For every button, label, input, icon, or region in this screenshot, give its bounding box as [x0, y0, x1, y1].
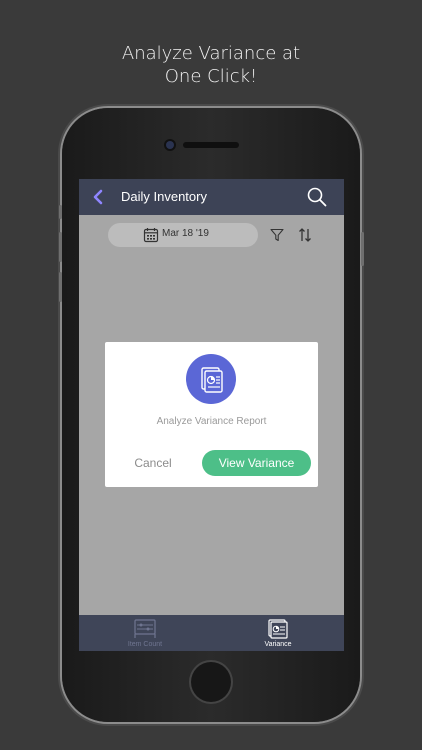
sort-icon[interactable] — [298, 227, 312, 243]
variance-icon — [268, 619, 288, 639]
calendar-icon — [143, 228, 159, 243]
date-selector[interactable]: Mar 18 '19 — [108, 223, 258, 247]
filter-icon[interactable] — [270, 228, 284, 242]
variance-report-icon — [186, 354, 236, 404]
home-button[interactable] — [191, 662, 231, 702]
variance-dialog: Analyze Variance Report Cancel View Vari… — [105, 342, 318, 487]
date-value: Mar 18 '19 — [162, 228, 209, 239]
volume-up-button — [59, 232, 62, 262]
front-camera — [166, 141, 174, 149]
tab-variance[interactable]: Variance — [212, 615, 344, 651]
volume-down-button — [59, 272, 62, 302]
chevron-left-icon[interactable] — [89, 187, 107, 207]
tab-variance-label: Variance — [264, 641, 292, 648]
navigation-bar: Daily Inventory — [79, 179, 344, 215]
tab-bar: Item Count Variance — [79, 615, 344, 651]
earpiece-speaker — [183, 142, 239, 148]
dialog-message: Analyze Variance Report — [156, 416, 267, 427]
headline-line-1: Analyze Variance at — [121, 43, 301, 64]
app-screen: Daily Inventory Mar 18 '19 Analyze Varia… — [79, 179, 344, 651]
search-icon[interactable] — [306, 186, 328, 208]
cancel-button[interactable]: Cancel — [127, 451, 179, 475]
power-button — [361, 232, 364, 266]
item-count-icon — [134, 619, 156, 638]
page-title: Daily Inventory — [121, 189, 207, 204]
headline-line-2: One Click! — [164, 66, 258, 87]
tab-item-count-label: Item Count — [127, 641, 163, 648]
view-variance-button[interactable]: View Variance — [202, 450, 311, 476]
mute-switch — [59, 205, 62, 219]
tab-item-count[interactable]: Item Count — [79, 615, 211, 651]
marketing-headline: Analyze Variance at One Click! — [0, 42, 422, 88]
